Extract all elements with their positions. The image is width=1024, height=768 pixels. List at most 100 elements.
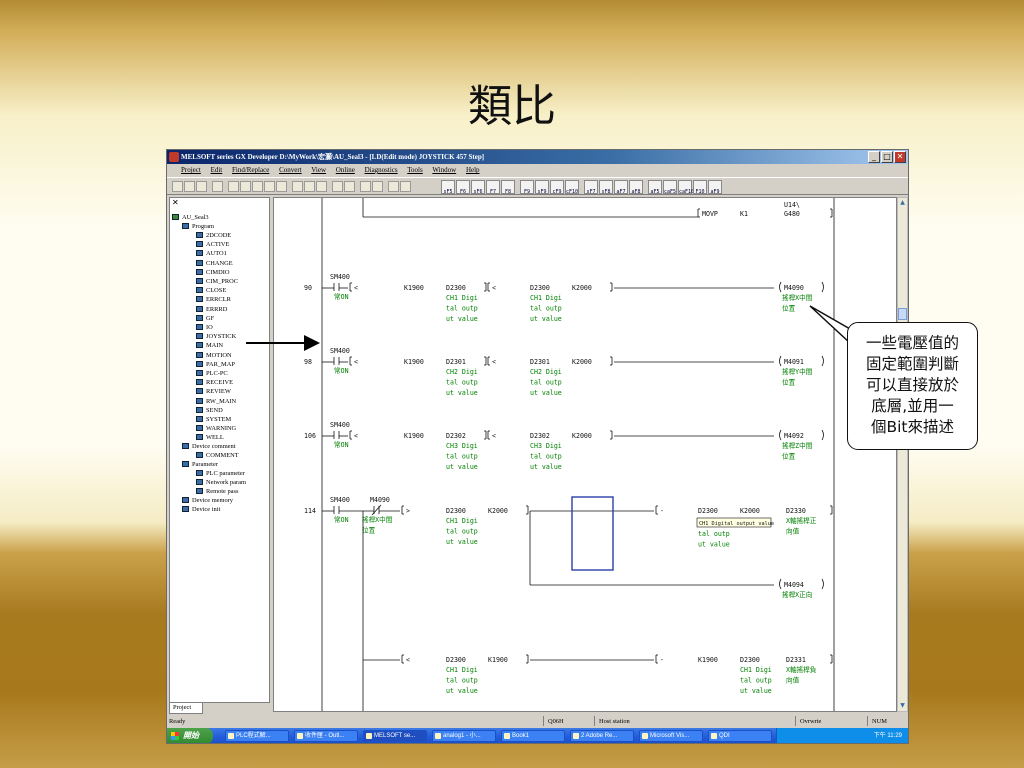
read-icon[interactable] [344, 181, 355, 192]
ladder-diagram[interactable]: MOVP K1 U14\G480 90 SM400 常ON < K1900 D2300 CH1 D… [274, 198, 897, 712]
tree-item-program-entry[interactable]: REVIEW [196, 387, 231, 396]
menu-diagnostics[interactable]: Diagnostics [365, 166, 398, 174]
new-file-icon[interactable] [172, 181, 183, 192]
step-number: 98 [304, 358, 312, 366]
device-search-icon[interactable] [400, 181, 411, 192]
menu-tools[interactable]: Tools [407, 166, 422, 174]
tree-item-remote-pass[interactable]: Remote pass [196, 487, 238, 496]
tree-item-plc-parameter[interactable]: PLC parameter [196, 469, 245, 478]
fkey-6[interactable]: F9 [520, 180, 534, 195]
tree-item-project-root[interactable]: AU_Seal3 [172, 213, 209, 222]
task-7[interactable]: Microsoft Vis... [639, 730, 703, 742]
start-button[interactable]: 開始 [167, 728, 213, 743]
fkey-4[interactable]: F7 [486, 180, 500, 195]
tree-item-device-memory[interactable]: Device memory [182, 496, 233, 505]
fkey-16[interactable]: caF10 [678, 180, 694, 195]
fkey-7[interactable]: sF9 [535, 180, 549, 195]
menu-convert[interactable]: Convert [279, 166, 302, 174]
tree-item-program-entry[interactable]: 2DCODE [196, 231, 231, 240]
tree-item-program-entry[interactable]: CIMDIO [196, 268, 229, 277]
tree-item-device-comment[interactable]: Device comment [182, 442, 235, 451]
maximize-icon[interactable]: □ [881, 151, 893, 163]
tree-pane-close-icon[interactable]: ✕ [172, 198, 179, 207]
zoom-in-icon[interactable] [360, 181, 371, 192]
task-5[interactable]: Book1 [501, 730, 565, 742]
zoom-out-icon[interactable] [372, 181, 383, 192]
fkey-9[interactable]: cF10 [565, 180, 579, 195]
replace-icon[interactable] [316, 181, 327, 192]
tree-item-program-entry[interactable]: MAIN [196, 341, 223, 350]
fkey-2[interactable]: F6 [456, 180, 470, 195]
menu-project[interactable]: Project [181, 166, 201, 174]
menu-online[interactable]: Online [336, 166, 355, 174]
find-icon[interactable] [292, 181, 303, 192]
tree-item-program-entry[interactable]: JOYSTICK [196, 332, 236, 341]
open-file-icon[interactable] [184, 181, 195, 192]
fkey-12[interactable]: aF7 [614, 180, 628, 195]
write-icon[interactable] [332, 181, 343, 192]
fkey-14[interactable]: aF5 [648, 180, 662, 195]
fkey-17[interactable]: F10 [693, 180, 707, 195]
tree-item-program-entry[interactable]: IO [196, 323, 213, 332]
tree-item-program-entry[interactable]: AUTO1 [196, 249, 227, 258]
tree-item-comment[interactable]: COMMENT [196, 451, 239, 460]
copy-icon[interactable] [240, 181, 251, 192]
menu-window[interactable]: Window [432, 166, 456, 174]
minimize-icon[interactable]: _ [868, 151, 880, 163]
tree-item-program-entry[interactable]: CIM_PROC [196, 277, 238, 286]
tree-item-program-entry[interactable]: GF [196, 314, 214, 323]
fkey-15[interactable]: caF5 [663, 180, 677, 195]
ladder-editor[interactable]: MOVP K1 U14\ G480 90 SM400 常ON < K1900 D2300 CH1 D… [273, 197, 897, 712]
scroll-down-icon[interactable]: ▼ [898, 701, 907, 711]
tree-item-parameter[interactable]: Parameter [182, 460, 218, 469]
menu-view[interactable]: View [311, 166, 326, 174]
task-8[interactable]: QDI [708, 730, 772, 742]
monitor-icon[interactable] [388, 181, 399, 192]
task-6[interactable]: 2 Adobe Re... [570, 730, 634, 742]
find-next-icon[interactable] [304, 181, 315, 192]
tree-item-program-entry[interactable]: CLOSE [196, 286, 226, 295]
cut-icon[interactable] [228, 181, 239, 192]
task-2[interactable]: 收件匣 - Outl... [294, 730, 358, 742]
tree-item-device-init[interactable]: Device init [182, 505, 220, 514]
system-tray: 下午 11:29 [776, 728, 908, 743]
task-3[interactable]: MELSOFT se... [363, 730, 427, 742]
tree-item-program-entry[interactable]: PLC-PC [196, 369, 228, 378]
tree-item-program-entry[interactable]: ACTIVE [196, 240, 229, 249]
tree-item-program-entry[interactable]: WARNING [196, 424, 236, 433]
tree-item-program-entry[interactable]: SEND [196, 406, 223, 415]
vertical-scrollbar[interactable]: ▲ ▼ [897, 197, 908, 712]
task-4[interactable]: analog1 - 小... [432, 730, 496, 742]
project-tab[interactable]: Project [169, 703, 203, 714]
fkey-3[interactable]: sF6 [471, 180, 485, 195]
tree-item-program-entry[interactable]: SYSTEM [196, 415, 231, 424]
paste-icon[interactable] [252, 181, 263, 192]
close-icon[interactable]: ✕ [894, 151, 906, 163]
tree-item-network-param[interactable]: Network param [196, 478, 246, 487]
tree-item-program-entry[interactable]: CHANGE [196, 259, 233, 268]
fkey-10[interactable]: sF7 [584, 180, 598, 195]
menu-edit[interactable]: Edit [211, 166, 223, 174]
tree-item-program-entry[interactable]: PAR_MAP [196, 360, 235, 369]
undo-icon[interactable] [264, 181, 275, 192]
task-1[interactable]: PLC程式解... [225, 730, 289, 742]
menu-find-replace[interactable]: Find/Replace [232, 166, 269, 174]
scroll-up-icon[interactable]: ▲ [898, 198, 907, 208]
print-icon[interactable] [212, 181, 223, 192]
save-icon[interactable] [196, 181, 207, 192]
fkey-11[interactable]: sF8 [599, 180, 613, 195]
tree-item-program[interactable]: Program [182, 222, 214, 231]
tree-item-program-entry[interactable]: ERRCLR [196, 295, 231, 304]
redo-icon[interactable] [276, 181, 287, 192]
tree-item-program-entry[interactable]: MOTION [196, 351, 232, 360]
menu-help[interactable]: Help [466, 166, 480, 174]
tree-item-program-entry[interactable]: RW_MAIN [196, 397, 236, 406]
fkey-18[interactable]: aF9 [708, 180, 722, 195]
fkey-13[interactable]: aF8 [629, 180, 643, 195]
scroll-thumb[interactable] [898, 308, 907, 320]
fkey-1[interactable]: sF5 [441, 180, 455, 195]
tree-item-program-entry[interactable]: ERRRD [196, 305, 227, 314]
tree-item-program-entry[interactable]: RECEIVE [196, 378, 233, 387]
fkey-8[interactable]: cF9 [550, 180, 564, 195]
fkey-5[interactable]: F8 [501, 180, 515, 195]
